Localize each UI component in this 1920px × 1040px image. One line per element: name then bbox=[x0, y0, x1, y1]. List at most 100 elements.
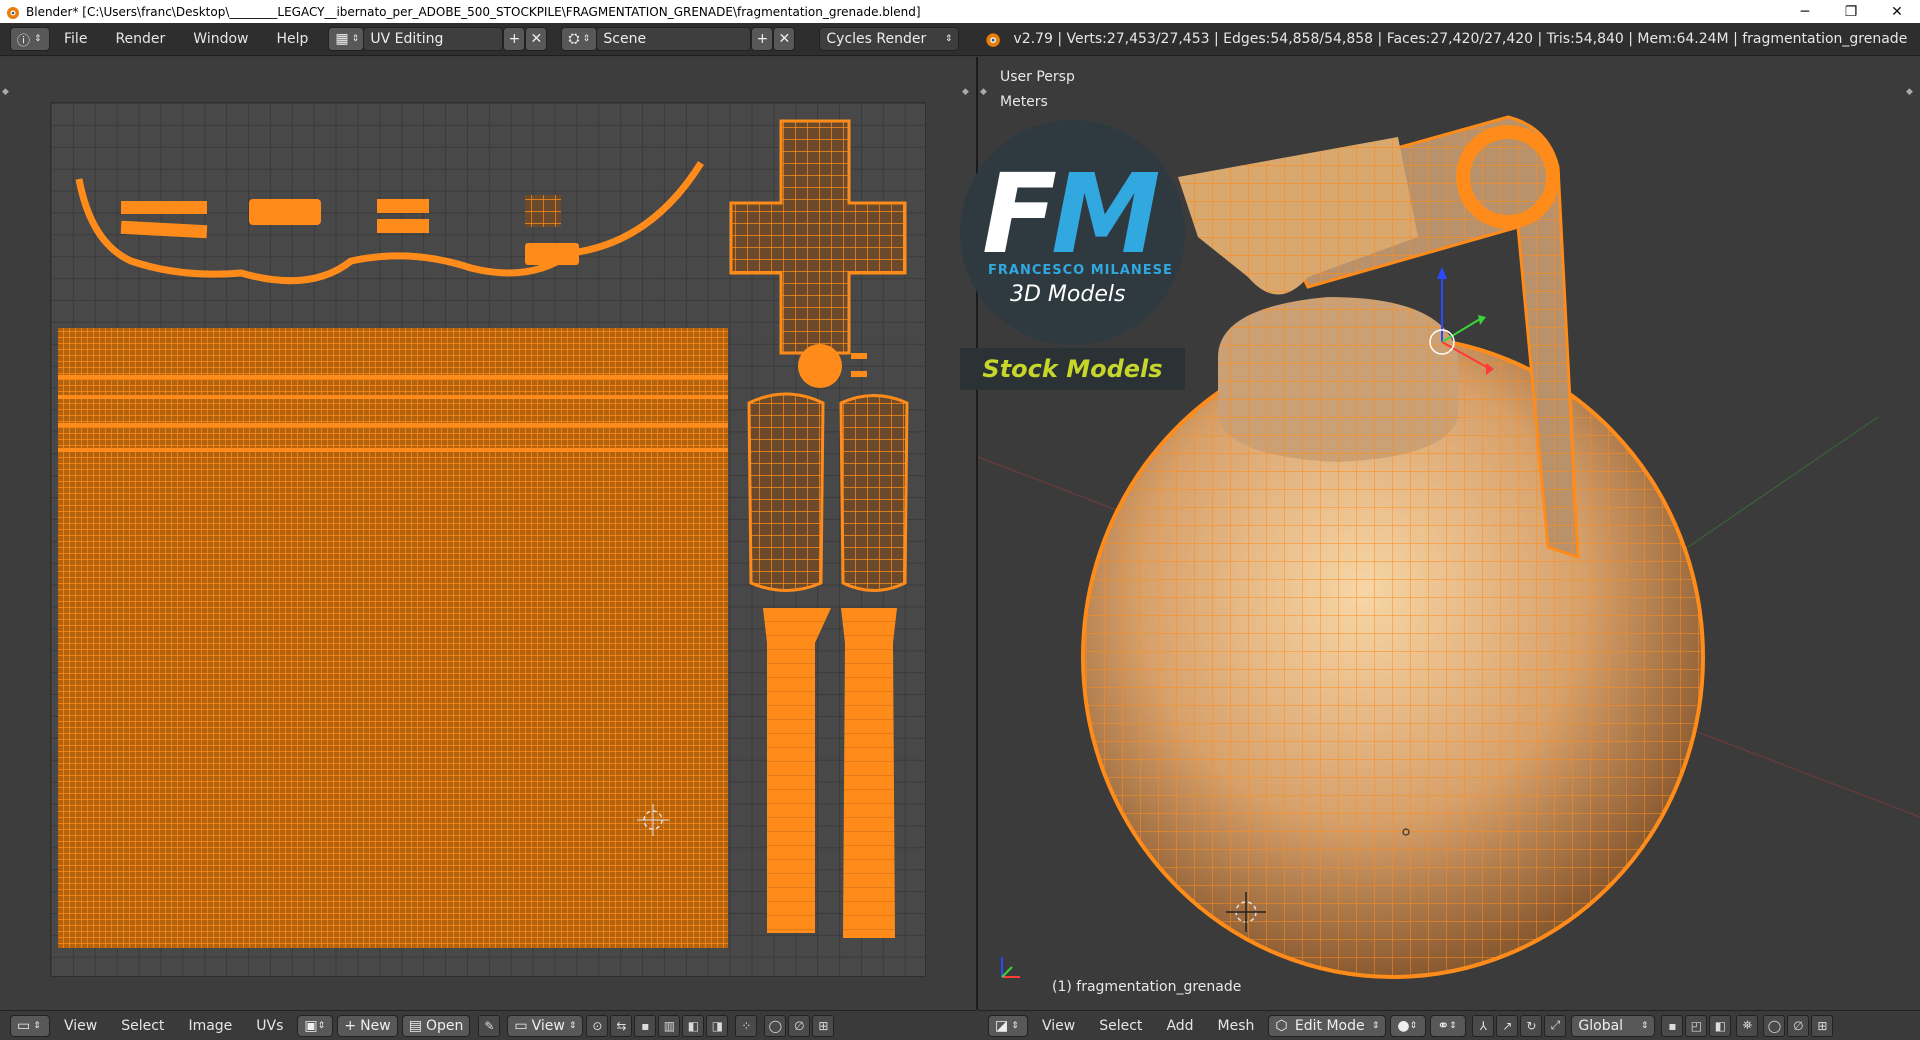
shading-dropdown[interactable]: ● ⇕ bbox=[1390, 1014, 1427, 1037]
uv-grid[interactable] bbox=[50, 102, 926, 977]
face-select-mode-icon[interactable]: ◧ bbox=[1709, 1014, 1732, 1037]
open-image-button[interactable]: ▤ Open bbox=[401, 1014, 471, 1037]
chevron-updown-icon: ⇕ bbox=[1449, 1020, 1457, 1031]
scene-name: Scene bbox=[603, 31, 647, 47]
sticky-selection-icon[interactable]: ⁘ bbox=[735, 1014, 758, 1037]
uv-editor-header: ▭ ⇕ View Select Image UVs ▣ ⇕ + New ▤ Open ✎… bbox=[0, 1010, 976, 1040]
manipulator-toggle-icon[interactable]: ⅄ bbox=[1472, 1014, 1495, 1037]
scene-icon-button[interactable]: ⛭ ⇕ bbox=[561, 27, 598, 51]
chevron-updown-icon: ⇕ bbox=[33, 1020, 41, 1031]
menu-select[interactable]: Select bbox=[109, 1018, 176, 1034]
properties-toggle-icon[interactable]: ◆ bbox=[962, 87, 969, 97]
proportional-edit-icon[interactable]: ◯ bbox=[764, 1014, 787, 1037]
vertex-select-icon[interactable]: ▪ bbox=[634, 1014, 657, 1037]
add-screen-button[interactable]: + bbox=[503, 27, 526, 51]
snap-icon[interactable]: ∅ bbox=[1787, 1014, 1810, 1037]
menu-view[interactable]: View bbox=[1030, 1018, 1087, 1034]
blender-logo-icon bbox=[986, 33, 1001, 47]
delete-screen-button[interactable]: ✕ bbox=[525, 27, 548, 51]
island-select-icon[interactable]: ◨ bbox=[706, 1014, 729, 1037]
view-mode-label: View bbox=[531, 1017, 565, 1034]
editor-type-selector[interactable]: ▭ ⇕ bbox=[10, 1014, 50, 1037]
editor-type-selector[interactable]: ◪ ⇕ bbox=[988, 1014, 1028, 1037]
pivot-dropdown[interactable]: ⚭ ⇕ bbox=[1430, 1014, 1467, 1037]
object-name-label: (1) fragmentation_grenade bbox=[1052, 979, 1242, 995]
mode-label: Edit Mode bbox=[1294, 1017, 1365, 1034]
x-icon: ✕ bbox=[778, 31, 791, 47]
snap-icon[interactable]: ∅ bbox=[788, 1014, 811, 1037]
menu-uvs[interactable]: UVs bbox=[244, 1018, 295, 1034]
layout-icon: ▦ bbox=[335, 31, 349, 47]
chevron-updown-icon: ⇕ bbox=[317, 1020, 326, 1031]
chevron-updown-icon: ⇕ bbox=[34, 34, 42, 44]
editor-type-selector[interactable]: ⓘ ⇕ bbox=[10, 27, 50, 51]
x-icon: ✕ bbox=[530, 31, 543, 47]
plus-icon: + bbox=[344, 1017, 357, 1034]
scale-icon[interactable]: ⤢ bbox=[1544, 1014, 1567, 1037]
pin-icon[interactable]: ✎ bbox=[478, 1014, 501, 1037]
menu-file[interactable]: File bbox=[50, 23, 101, 56]
logo-monogram: FM bbox=[982, 150, 1161, 278]
snap-target-icon[interactable]: ⊞ bbox=[1811, 1014, 1834, 1037]
menu-view[interactable]: View bbox=[52, 1018, 109, 1034]
logo-stock-banner: Stock Models bbox=[960, 348, 1185, 390]
scene-field[interactable]: Scene bbox=[596, 27, 752, 51]
menu-render[interactable]: Render bbox=[101, 23, 179, 56]
plus-icon: + bbox=[508, 31, 521, 47]
image-editor-icon: ▭ bbox=[17, 1017, 31, 1034]
view-mode-dropdown[interactable]: ▭ View ⇕ bbox=[507, 1014, 584, 1037]
menu-help[interactable]: Help bbox=[262, 23, 322, 56]
edge-select-icon[interactable]: ▥ bbox=[658, 1014, 681, 1037]
orientation-label: Global bbox=[1578, 1017, 1624, 1034]
scene-stats: v2.79 | Verts:27,453/27,453 | Edges:54,8… bbox=[1013, 31, 1908, 47]
limit-selection-icon[interactable]: ⛯ bbox=[1736, 1014, 1759, 1037]
logo-f: F bbox=[982, 150, 1057, 278]
sync-selection-icon[interactable]: ⇆ bbox=[610, 1014, 633, 1037]
menu-image[interactable]: Image bbox=[176, 1018, 244, 1034]
render-engine-label: Cycles Render bbox=[826, 31, 927, 47]
menu-select[interactable]: Select bbox=[1087, 1018, 1154, 1034]
properties-toggle-icon[interactable]: ◆ bbox=[1906, 87, 1913, 97]
render-engine-dropdown[interactable]: Cycles Render ⇕ bbox=[819, 27, 960, 51]
pivot-point-icon: ⚭ bbox=[1437, 1017, 1450, 1034]
add-scene-button[interactable]: + bbox=[751, 27, 774, 51]
browse-image-button[interactable]: ▣ ⇕ bbox=[297, 1014, 334, 1037]
close-button[interactable]: ✕ bbox=[1874, 0, 1920, 23]
info-icon: ⓘ bbox=[17, 33, 31, 49]
view-icon: ▭ bbox=[514, 1017, 528, 1034]
delete-scene-button[interactable]: ✕ bbox=[773, 27, 796, 51]
menu-add[interactable]: Add bbox=[1154, 1018, 1205, 1034]
chevron-updown-icon: ⇕ bbox=[568, 1020, 577, 1031]
open-label: Open bbox=[425, 1017, 464, 1034]
snap-target-icon[interactable]: ⊞ bbox=[812, 1014, 835, 1037]
folder-icon: ▤ bbox=[408, 1017, 422, 1034]
window-title: Blender* [C:\Users\franc\Desktop\_______… bbox=[26, 4, 921, 19]
new-label: New bbox=[360, 1017, 391, 1034]
units-label: Meters bbox=[1000, 94, 1048, 110]
restore-button[interactable]: ❐ bbox=[1828, 0, 1874, 23]
uv-image-editor[interactable]: ◆ ◆ bbox=[0, 57, 976, 1010]
screen-layout-field[interactable]: UV Editing bbox=[363, 27, 504, 51]
pivot-icon[interactable]: ⊙ bbox=[586, 1014, 609, 1037]
toolshelf-toggle-icon[interactable]: ◆ bbox=[980, 87, 987, 97]
face-select-icon[interactable]: ◧ bbox=[682, 1014, 705, 1037]
rotate-icon[interactable]: ↻ bbox=[1520, 1014, 1543, 1037]
chevron-updown-icon: ⇕ bbox=[1409, 1020, 1418, 1031]
edge-select-mode-icon[interactable]: ◰ bbox=[1685, 1014, 1708, 1037]
screen-layout-icon-button[interactable]: ▦ ⇕ bbox=[328, 27, 365, 51]
vertex-select-mode-icon[interactable]: ▪ bbox=[1661, 1014, 1684, 1037]
minimize-button[interactable]: ─ bbox=[1782, 0, 1828, 23]
chevron-updown-icon: ⇕ bbox=[582, 34, 591, 44]
toolshelf-toggle-icon[interactable]: ◆ bbox=[2, 87, 9, 97]
proportional-edit-icon[interactable]: ◯ bbox=[1763, 1014, 1786, 1037]
menu-window[interactable]: Window bbox=[179, 23, 262, 56]
scene-icon: ⛭ bbox=[568, 31, 580, 47]
title-bar: Blender* [C:\Users\franc\Desktop\_______… bbox=[0, 0, 1920, 23]
3d-view-icon: ◪ bbox=[995, 1017, 1009, 1034]
info-header: ⓘ ⇕ File Render Window Help ▦ ⇕ UV Editing… bbox=[0, 23, 1920, 56]
menu-mesh[interactable]: Mesh bbox=[1206, 1018, 1267, 1034]
translate-icon[interactable]: ↗ bbox=[1496, 1014, 1519, 1037]
mode-dropdown[interactable]: ⬡ Edit Mode ⇕ bbox=[1268, 1014, 1387, 1037]
orientation-dropdown[interactable]: Global ⇕ bbox=[1571, 1014, 1656, 1037]
new-image-button[interactable]: + New bbox=[337, 1014, 398, 1037]
